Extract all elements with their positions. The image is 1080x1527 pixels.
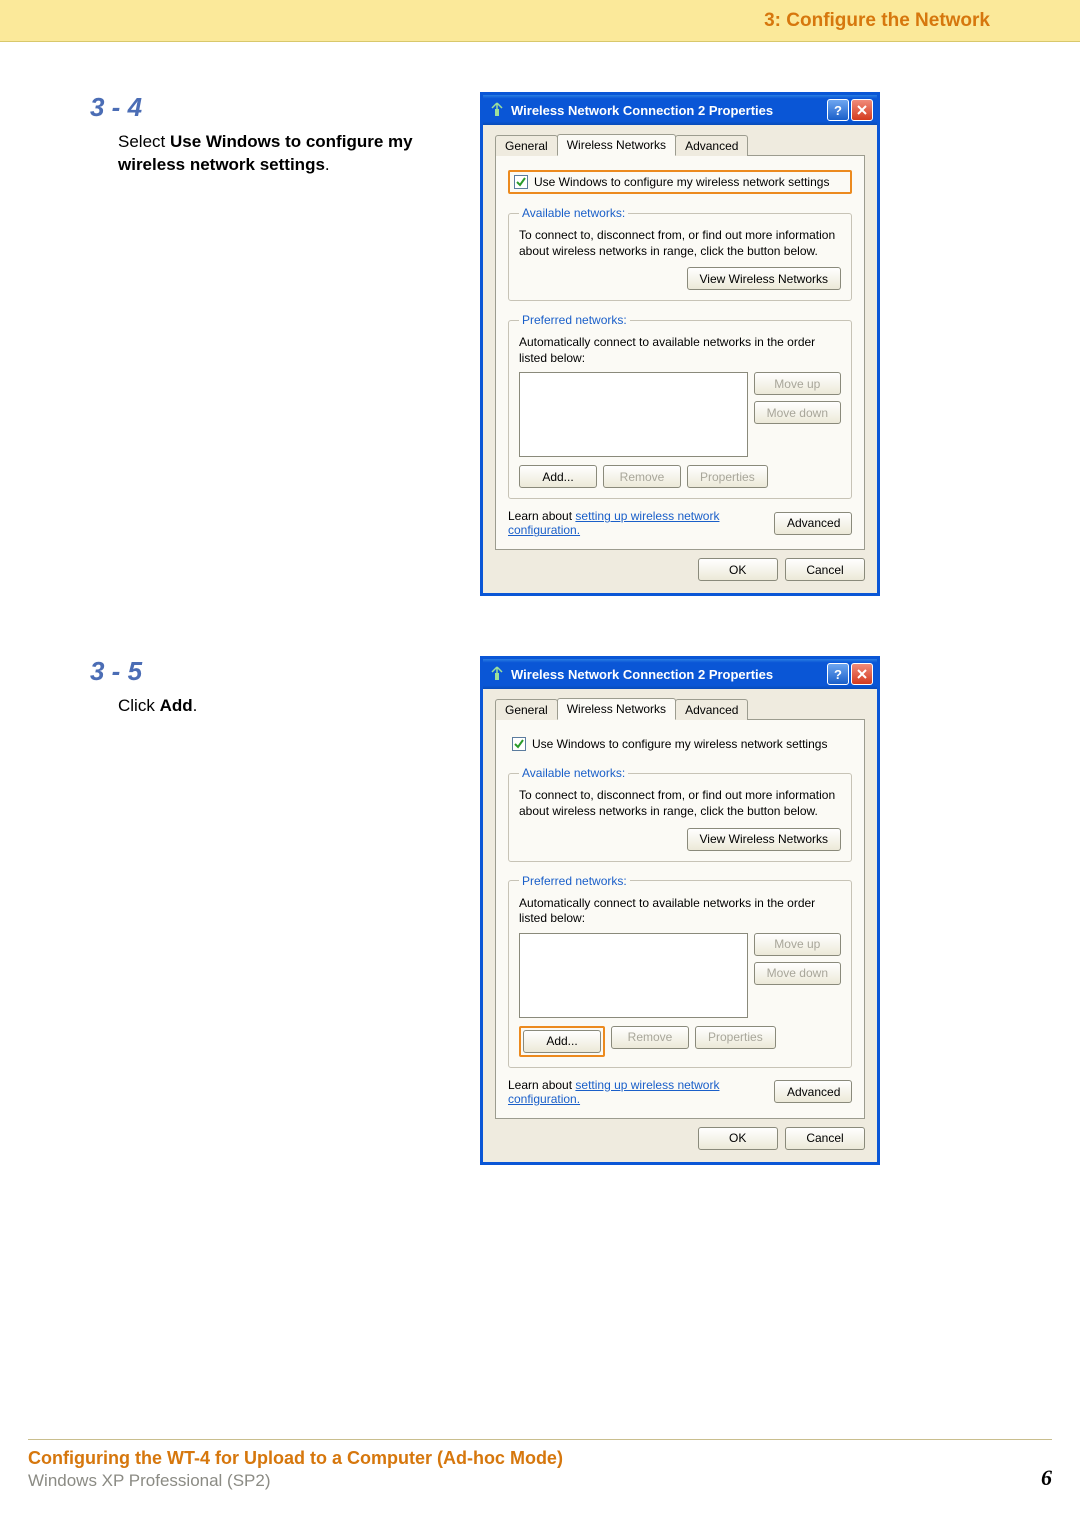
available-desc: To connect to, disconnect from, or find … <box>519 788 841 819</box>
advanced-button[interactable]: Advanced <box>774 1080 852 1103</box>
tabs: General Wireless Networks Advanced <box>495 133 865 156</box>
use-windows-checkbox-row[interactable]: Use Windows to configure my wireless net… <box>508 170 852 194</box>
dialog-footer: OK Cancel <box>495 1119 865 1150</box>
properties-button[interactable]: Properties <box>687 465 768 488</box>
close-button[interactable] <box>851 99 873 121</box>
step-left: 3 - 4 Select Use Windows to configure my… <box>90 92 480 177</box>
section-title: 3: Configure the Network <box>764 10 990 32</box>
checkbox-icon <box>512 737 526 751</box>
help-button[interactable]: ? <box>827 99 849 121</box>
checkbox-label: Use Windows to configure my wireless net… <box>534 175 829 189</box>
tab-wireless-networks[interactable]: Wireless Networks <box>557 134 676 156</box>
header-bar: 3: Configure the Network <box>0 0 1080 42</box>
footer-title: Configuring the WT-4 for Upload to a Com… <box>28 1448 1052 1469</box>
add-button[interactable]: Add... <box>519 465 597 488</box>
preferred-networks-group: Preferred networks: Automatically connec… <box>508 313 852 499</box>
step-3-4: 3 - 4 Select Use Windows to configure my… <box>90 92 990 596</box>
available-networks-group: Available networks: To connect to, disco… <box>508 766 852 861</box>
tab-advanced[interactable]: Advanced <box>675 699 748 720</box>
view-wireless-networks-button[interactable]: View Wireless Networks <box>687 267 841 290</box>
page-content: 3 - 4 Select Use Windows to configure my… <box>0 42 1080 1165</box>
move-down-button[interactable]: Move down <box>754 962 841 985</box>
preferred-legend: Preferred networks: <box>519 313 630 327</box>
tab-general[interactable]: General <box>495 699 558 720</box>
properties-dialog: Wireless Network Connection 2 Properties… <box>480 92 880 596</box>
remove-button[interactable]: Remove <box>603 465 681 488</box>
learn-text: Learn about setting up wireless network … <box>508 509 774 537</box>
step-3-5: 3 - 5 Click Add. Wireless Network Connec… <box>90 656 990 1164</box>
checkbox-icon <box>514 175 528 189</box>
checkbox-label: Use Windows to configure my wireless net… <box>532 737 827 751</box>
move-up-button[interactable]: Move up <box>754 933 841 956</box>
available-legend: Available networks: <box>519 766 628 780</box>
dialog-title: Wireless Network Connection 2 Properties <box>511 103 825 118</box>
titlebar: Wireless Network Connection 2 Properties… <box>483 95 877 125</box>
add-button[interactable]: Add... <box>523 1030 601 1053</box>
tabs: General Wireless Networks Advanced <box>495 697 865 720</box>
tab-wireless-networks[interactable]: Wireless Networks <box>557 698 676 720</box>
preferred-legend: Preferred networks: <box>519 874 630 888</box>
tab-advanced[interactable]: Advanced <box>675 135 748 156</box>
cancel-button[interactable]: Cancel <box>785 558 865 581</box>
learn-row: Learn about setting up wireless network … <box>508 509 852 537</box>
move-up-button[interactable]: Move up <box>754 372 841 395</box>
tab-general[interactable]: General <box>495 135 558 156</box>
ok-button[interactable]: OK <box>698 558 778 581</box>
step-number: 3 - 4 <box>90 92 460 123</box>
preferred-networks-group: Preferred networks: Automatically connec… <box>508 874 852 1068</box>
titlebar: Wireless Network Connection 2 Properties… <box>483 659 877 689</box>
dialog-screenshot-3-4: Wireless Network Connection 2 Properties… <box>480 92 880 596</box>
step-instruction: Select Use Windows to configure my wirel… <box>90 131 460 177</box>
properties-dialog: Wireless Network Connection 2 Properties… <box>480 656 880 1164</box>
available-legend: Available networks: <box>519 206 628 220</box>
advanced-button[interactable]: Advanced <box>774 512 852 535</box>
learn-row: Learn about setting up wireless network … <box>508 1078 852 1106</box>
learn-text: Learn about setting up wireless network … <box>508 1078 774 1106</box>
dialog-body: General Wireless Networks Advanced Use W… <box>483 125 877 593</box>
dialog-footer: OK Cancel <box>495 550 865 581</box>
preferred-desc: Automatically connect to available netwo… <box>519 896 841 927</box>
close-button[interactable] <box>851 663 873 685</box>
tab-panel: Use Windows to configure my wireless net… <box>495 720 865 1118</box>
ok-button[interactable]: OK <box>698 1127 778 1150</box>
dialog-body: General Wireless Networks Advanced Use W… <box>483 689 877 1161</box>
dialog-screenshot-3-5: Wireless Network Connection 2 Properties… <box>480 656 880 1164</box>
properties-button[interactable]: Properties <box>695 1026 776 1049</box>
dialog-title: Wireless Network Connection 2 Properties <box>511 667 825 682</box>
preferred-list[interactable] <box>519 933 748 1018</box>
use-windows-checkbox-row[interactable]: Use Windows to configure my wireless net… <box>508 734 852 754</box>
add-button-highlight: Add... <box>519 1026 605 1057</box>
step-left: 3 - 5 Click Add. <box>90 656 480 718</box>
available-desc: To connect to, disconnect from, or find … <box>519 228 841 259</box>
step-number: 3 - 5 <box>90 656 460 687</box>
tab-panel: Use Windows to configure my wireless net… <box>495 156 865 550</box>
wireless-icon <box>489 102 505 118</box>
view-wireless-networks-button[interactable]: View Wireless Networks <box>687 828 841 851</box>
move-down-button[interactable]: Move down <box>754 401 841 424</box>
help-button[interactable]: ? <box>827 663 849 685</box>
available-networks-group: Available networks: To connect to, disco… <box>508 206 852 301</box>
page-number: 6 <box>1041 1465 1052 1491</box>
preferred-list[interactable] <box>519 372 748 457</box>
page-footer: Configuring the WT-4 for Upload to a Com… <box>28 1439 1052 1491</box>
wireless-icon <box>489 666 505 682</box>
remove-button[interactable]: Remove <box>611 1026 689 1049</box>
cancel-button[interactable]: Cancel <box>785 1127 865 1150</box>
preferred-desc: Automatically connect to available netwo… <box>519 335 841 366</box>
step-instruction: Click Add. <box>90 695 460 718</box>
footer-subtitle: Windows XP Professional (SP2) <box>28 1471 1052 1491</box>
